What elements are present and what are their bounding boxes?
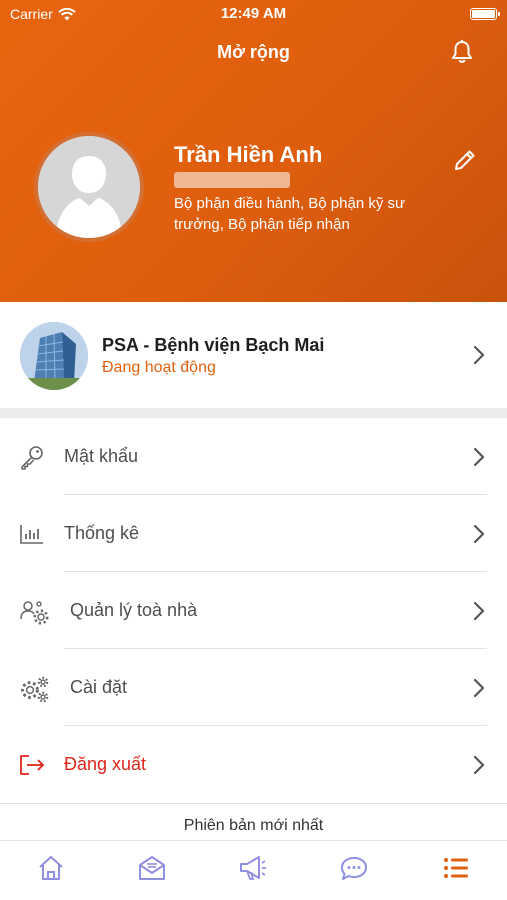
profile-departments: Bộ phận điều hành, Bộ phận kỹ sư trưởng,… (174, 195, 406, 233)
logout-icon (20, 755, 44, 775)
chevron-right-icon (473, 678, 485, 698)
mail-icon[interactable] (137, 853, 167, 883)
profile-name: Trần Hiền Anh (174, 142, 323, 167)
chevron-right-icon (473, 345, 485, 365)
version-label: Phiên bản mới nhất (183, 817, 324, 834)
menu-item-label: Quản lý toà nhà (70, 600, 198, 620)
menu-item-building-management[interactable]: Quản lý toà nhà (0, 572, 507, 649)
menu-item-logout[interactable]: Đăng xuất (0, 726, 507, 803)
page-title: Mở rộng (217, 42, 290, 62)
avatar[interactable] (34, 132, 144, 242)
menu-item-password[interactable]: Mật khẩu (0, 418, 507, 495)
gears-icon (21, 676, 49, 703)
menu-item-settings[interactable]: Cài đặt (0, 649, 507, 726)
notification-bell-icon[interactable] (449, 39, 475, 65)
default-avatar-icon (38, 136, 140, 238)
status-time: 12:49 AM (220, 5, 287, 22)
menu-item-statistics[interactable]: Thống kê (0, 495, 507, 572)
list-icon[interactable] (441, 853, 471, 883)
menu-item-label: Mật khẩu (64, 446, 139, 466)
bar-chart-icon (20, 525, 43, 544)
user-settings-icon (20, 601, 49, 625)
menu-item-label: Đăng xuất (64, 754, 147, 774)
section-divider (0, 408, 507, 418)
chevron-right-icon (473, 755, 485, 775)
organization-row[interactable]: PSA - Bệnh viện Bạch Mai Đang hoạt động (0, 302, 507, 408)
menu-item-label: Cài đặt (70, 677, 128, 697)
menu-item-label: Thống kê (64, 523, 140, 543)
organization-status: Đang hoạt động (102, 359, 216, 376)
megaphone-icon[interactable] (238, 853, 268, 883)
battery-icon (470, 8, 500, 20)
building-image (20, 322, 88, 390)
status-bar: Carrier 12:49 AM (0, 0, 507, 30)
chevron-right-icon (473, 447, 485, 467)
chevron-right-icon (473, 601, 485, 621)
edit-pencil-icon[interactable] (452, 147, 478, 173)
chevron-right-icon (473, 524, 485, 544)
tab-bar (0, 840, 507, 900)
profile-header: Carrier 12:49 AM Mở rộng Trần Hiền Anh B… (0, 0, 507, 302)
footer-divider (0, 803, 507, 804)
key-icon (21, 446, 43, 470)
organization-name: PSA - Bệnh viện Bạch Mai (102, 335, 325, 355)
redacted-field (174, 172, 290, 188)
chat-icon[interactable] (339, 853, 369, 883)
home-icon[interactable] (36, 853, 66, 883)
